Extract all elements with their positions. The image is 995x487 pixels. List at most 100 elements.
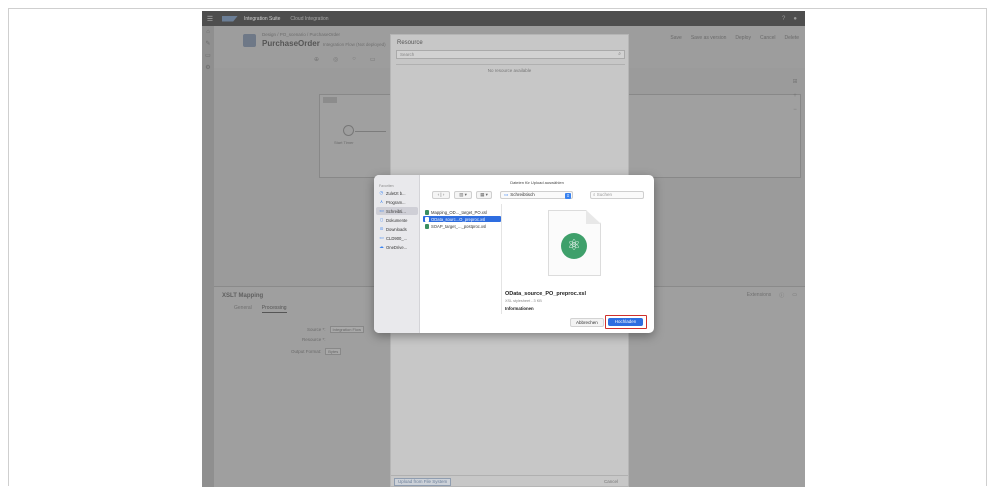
delete-button[interactable]: Delete: [785, 35, 799, 41]
folder-icon: ▭: [379, 235, 384, 240]
tab-processing[interactable]: Processing: [261, 305, 287, 313]
menu-icon[interactable]: ☰: [202, 15, 218, 23]
apps-icon: ⋏: [379, 199, 384, 204]
output-row: Output Format: Bytes: [291, 348, 342, 355]
resource-label: Resource *:: [302, 337, 326, 342]
group-by-icon[interactable]: ▦ ▾: [476, 191, 492, 199]
properties-tabs: General Processing: [234, 305, 287, 313]
resource-dialog-footer: Upload from File System Cancel: [391, 475, 628, 486]
folder-icon: ▭: [504, 192, 509, 197]
process-icon[interactable]: ◎: [333, 56, 338, 63]
xsl-file-icon: [425, 209, 429, 215]
save-button[interactable]: Save: [670, 35, 681, 41]
extensions-link[interactable]: Extensions: [747, 292, 771, 299]
file-dialog-actions: Abbrechen Hochladen: [420, 315, 654, 333]
deploy-button[interactable]: Deploy: [735, 35, 751, 41]
resource-dialog-title: Resource: [397, 40, 423, 46]
file-search-input[interactable]: ⌕ Suchen: [590, 191, 644, 199]
sidebar-item-cld900[interactable]: ▭ CLD900_...: [376, 234, 418, 242]
zoom-out-icon[interactable]: −: [793, 107, 797, 113]
sap-logo: [222, 15, 238, 22]
sidebar-item-documents[interactable]: ▯ Dokumente: [376, 216, 418, 224]
search-icon[interactable]: ⌕: [618, 51, 621, 58]
resource-search-input[interactable]: Search ⌕: [396, 50, 625, 59]
output-format-select[interactable]: Bytes: [325, 348, 342, 355]
sidebar-item-recents[interactable]: ◷ Zuletzt b...: [376, 189, 418, 197]
file-item-selected[interactable]: OData_sourc...O_preproc.xsl: [423, 216, 501, 222]
sequence-flow[interactable]: [355, 131, 386, 132]
start-timer-event[interactable]: [343, 125, 354, 136]
participants-icon[interactable]: ⊕: [314, 56, 319, 63]
back-forward-buttons[interactable]: ‹ | ›: [432, 191, 450, 199]
document-icon: ▯: [380, 217, 383, 222]
shell-bar: ☰ Integration Suite Cloud Integration ? …: [202, 11, 805, 26]
app-screen: ☰ Integration Suite Cloud Integration ? …: [202, 11, 805, 487]
xsl-file-icon: [425, 216, 429, 222]
download-icon: ⊙: [379, 226, 384, 231]
info-icon[interactable]: ⓘ: [779, 292, 784, 299]
favorites-heading: Favoriten: [379, 184, 394, 188]
nav-home-icon[interactable]: ⌂: [202, 26, 214, 38]
properties-title: XSLT Mapping: [222, 293, 264, 299]
atom-app-icon: ⚛: [561, 233, 587, 259]
sidebar-item-desktop[interactable]: ▭ Schreibti...: [376, 207, 418, 215]
zoom-fit-icon[interactable]: ⊞: [792, 78, 797, 85]
empty-state-text: No resource available: [487, 68, 532, 73]
file-preview: ⚛ OData_source_PO_preproc.xsl XSL styles…: [502, 204, 654, 314]
source-label: Source *:: [307, 327, 326, 332]
resource-row: Resource *:: [302, 337, 326, 342]
preview-info-label[interactable]: Informationen: [505, 306, 534, 311]
tenant-name: Cloud Integration: [290, 15, 329, 22]
cancel-button[interactable]: Cancel: [760, 35, 776, 41]
file-list: Mapping_OD..._target_PO.xsl OData_sourc.…: [420, 204, 502, 314]
tasks-icon[interactable]: ▭: [370, 56, 376, 63]
hochladen-button[interactable]: Hochladen: [608, 318, 643, 326]
outer-frame: ☰ Integration Suite Cloud Integration ? …: [8, 8, 987, 487]
user-icon[interactable]: ●: [793, 16, 797, 22]
output-format-label: Output Format:: [291, 349, 322, 354]
sidebar-item-onedrive[interactable]: ☁ OneDrive...: [376, 243, 418, 251]
nav-monitor-icon[interactable]: ▭: [202, 50, 214, 62]
file-dialog-toolbar: ‹ | › ▥ ▾ ▦ ▾ ▭ Schreibtisch ⇕ ⌕ Suchen: [420, 189, 654, 201]
nav-design-icon[interactable]: ✎: [202, 38, 214, 50]
save-as-version-button[interactable]: Save as version: [691, 35, 727, 41]
upload-from-file-system-button[interactable]: Upload from File System: [394, 478, 452, 486]
clock-icon: ◷: [379, 190, 384, 195]
left-navigation: ⌂ ✎ ▭ ⚙: [202, 26, 214, 487]
file-item[interactable]: SOAP_target_..._postproc.xsl: [423, 223, 501, 229]
abbrechen-button[interactable]: Abbrechen: [570, 318, 604, 327]
help-icon[interactable]: ?: [782, 16, 785, 22]
product-name: Integration Suite: [244, 15, 281, 22]
iflow-icon: [243, 34, 256, 47]
highlight-box: Hochladen: [605, 315, 647, 329]
maximize-icon[interactable]: ▭: [792, 292, 797, 299]
zoom-controls: ⊞ + −: [788, 78, 802, 113]
sidebar-item-applications[interactable]: ⋏ Program...: [376, 198, 418, 206]
nav-settings-icon[interactable]: ⚙: [202, 62, 214, 74]
source-select[interactable]: Integration Flow: [329, 326, 364, 333]
file-dialog-title: Dateien für Upload auswählen: [510, 180, 564, 185]
search-icon: ⌕: [593, 192, 596, 197]
resource-cancel-button[interactable]: Cancel: [604, 479, 618, 484]
page-subtitle: Integration Flow (Not deployed): [322, 42, 386, 47]
page-title: PurchaseOrder Integration Flow (Not deplo…: [262, 39, 386, 48]
preview-file-meta: XSL stylesheet - 3 KB: [505, 299, 542, 303]
cloud-icon: ☁: [379, 244, 384, 249]
xsl-file-icon: [425, 223, 429, 229]
pool-label-tag: [323, 97, 337, 103]
file-item[interactable]: Mapping_OD..._target_PO.xsl: [423, 209, 501, 215]
file-upload-dialog: Favoriten ◷ Zuletzt b... ⋏ Program... ▭ Sch…: [374, 175, 654, 333]
zoom-in-icon[interactable]: +: [793, 93, 797, 99]
events-icon[interactable]: ○: [352, 56, 356, 63]
location-select[interactable]: ▭ Schreibtisch ⇕: [500, 191, 573, 199]
breadcrumb[interactable]: Design / PO_scenario / PurchaseOrder: [262, 32, 340, 37]
start-timer-label: Start Timer: [334, 140, 354, 145]
tab-general[interactable]: General: [234, 305, 252, 313]
sidebar-item-downloads[interactable]: ⊙ Downloads: [376, 225, 418, 233]
view-mode-icon[interactable]: ▥ ▾: [454, 191, 472, 199]
divider: [396, 64, 625, 65]
file-dialog-sidebar: Favoriten ◷ Zuletzt b... ⋏ Program... ▭ Sch…: [374, 175, 420, 333]
preview-filename: OData_source_PO_preproc.xsl: [505, 291, 587, 297]
header-actions: Save Save as version Deploy Cancel Delet…: [670, 35, 799, 41]
source-row: Source *: Integration Flow: [307, 326, 364, 333]
